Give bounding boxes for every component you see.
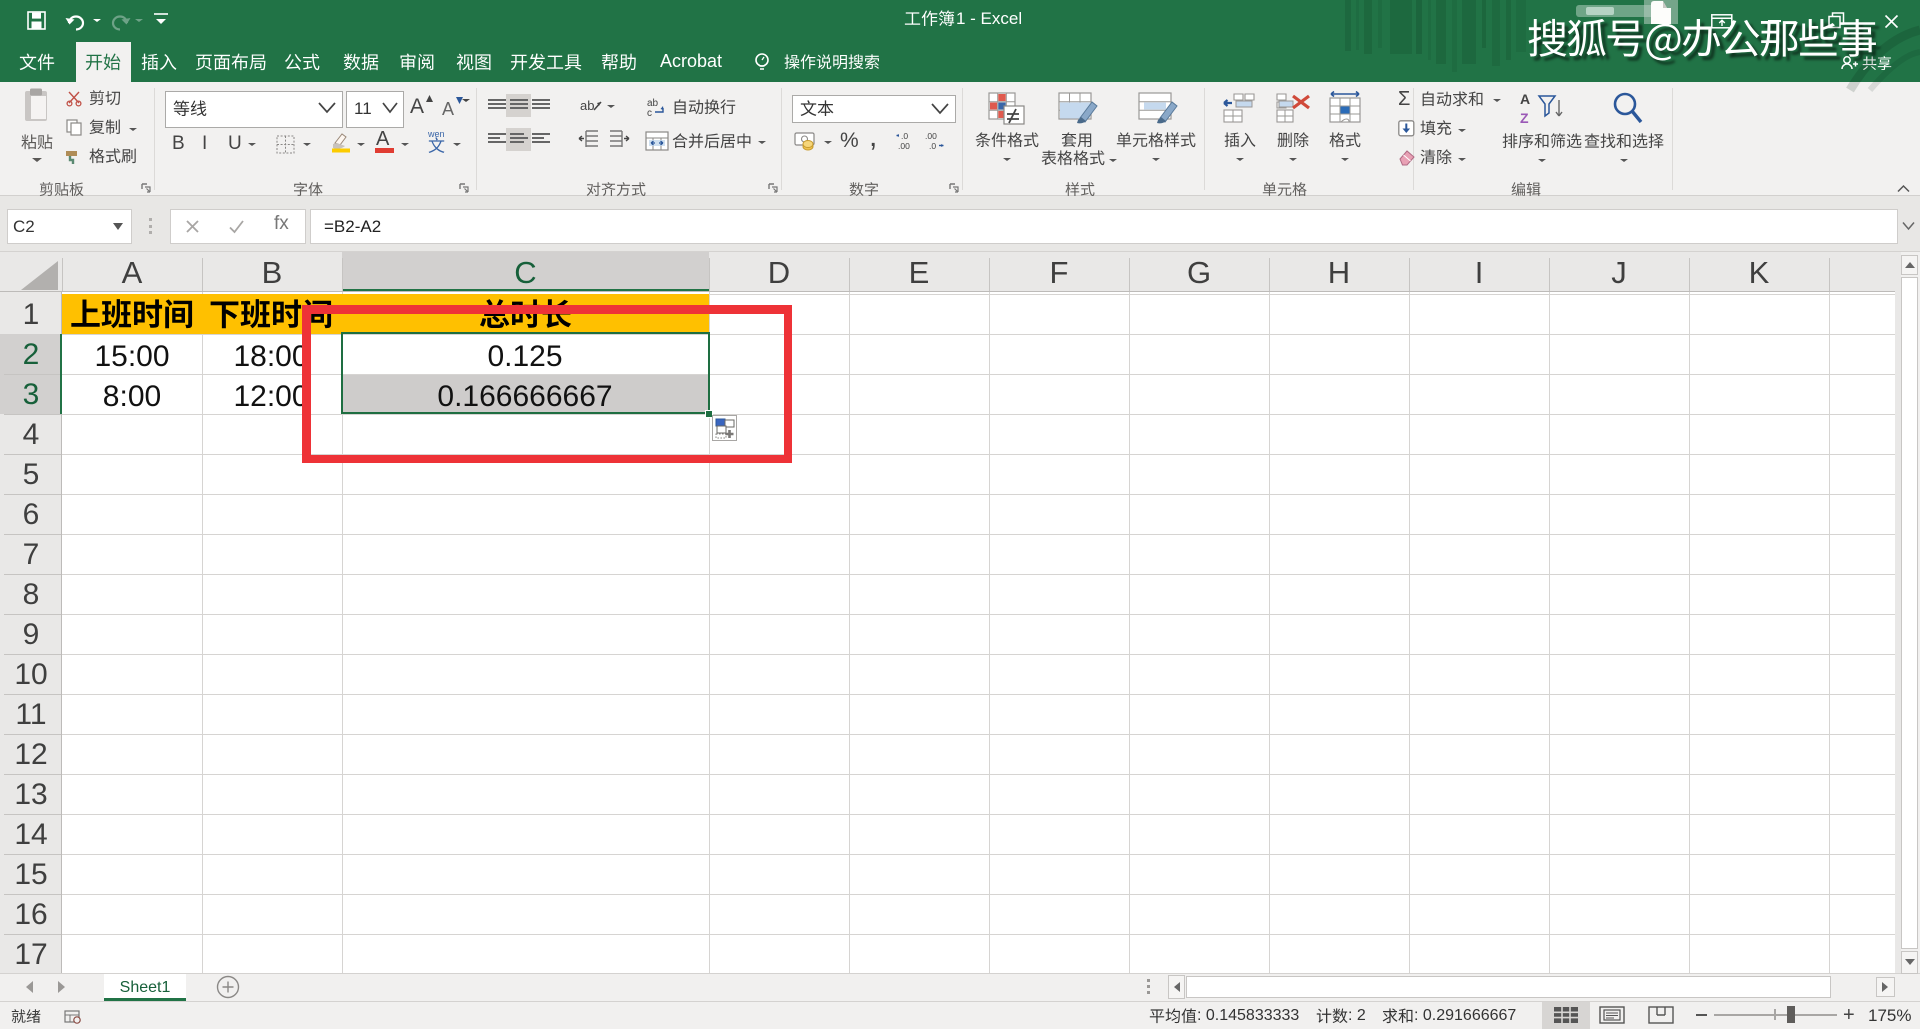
svg-text:.00: .00 [898,141,910,151]
svg-text:.0: .0 [901,131,908,141]
svg-text:A: A [1520,91,1530,107]
svg-text:ab: ab [580,98,594,113]
svg-text:.00: .00 [925,131,937,141]
svg-text:.0: .0 [929,141,936,151]
svg-text:c: c [647,108,652,119]
svg-text:Z: Z [1520,110,1529,126]
